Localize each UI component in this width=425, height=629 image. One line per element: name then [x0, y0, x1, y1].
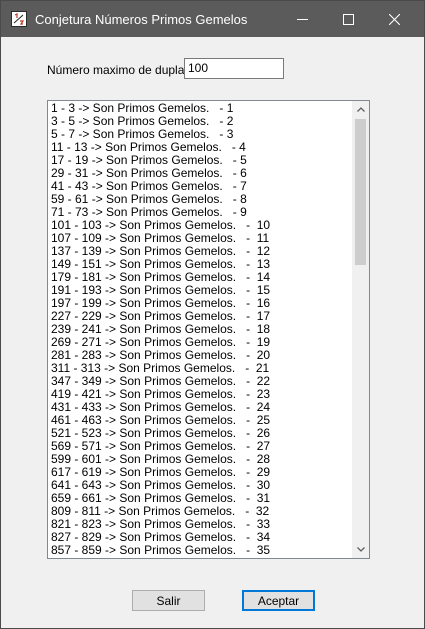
minimize-button[interactable]: [279, 1, 325, 37]
main-window: Conjetura Números Primos Gemelos Número …: [0, 0, 425, 629]
maximize-button[interactable]: [325, 1, 371, 37]
max-pairs-input[interactable]: 100: [184, 58, 284, 79]
window-title: Conjetura Números Primos Gemelos: [35, 12, 248, 27]
scroll-up-arrow-icon[interactable]: [352, 101, 369, 118]
title-bar[interactable]: Conjetura Números Primos Gemelos: [1, 1, 424, 37]
minimize-icon: [296, 18, 308, 20]
maximize-icon: [342, 13, 354, 25]
scroll-down-arrow-icon[interactable]: [352, 541, 369, 558]
close-icon: [388, 13, 400, 25]
twin-primes-list: 1 - 3 -> Son Primos Gemelos. - 13 - 5 ->…: [50, 102, 350, 557]
list-item[interactable]: 857 - 859 -> Son Primos Gemelos. - 35: [50, 544, 350, 557]
max-pairs-label: Número maximo de duplas:: [47, 63, 194, 77]
scroll-thumb[interactable]: [355, 119, 366, 265]
twin-primes-listbox[interactable]: 1 - 3 -> Son Primos Gemelos. - 13 - 5 ->…: [47, 100, 370, 559]
close-button[interactable]: [371, 1, 417, 37]
fraction-app-icon: [11, 11, 27, 27]
exit-button[interactable]: Salir: [132, 590, 205, 611]
vertical-scrollbar[interactable]: [352, 101, 369, 558]
accept-button[interactable]: Aceptar: [242, 590, 315, 611]
